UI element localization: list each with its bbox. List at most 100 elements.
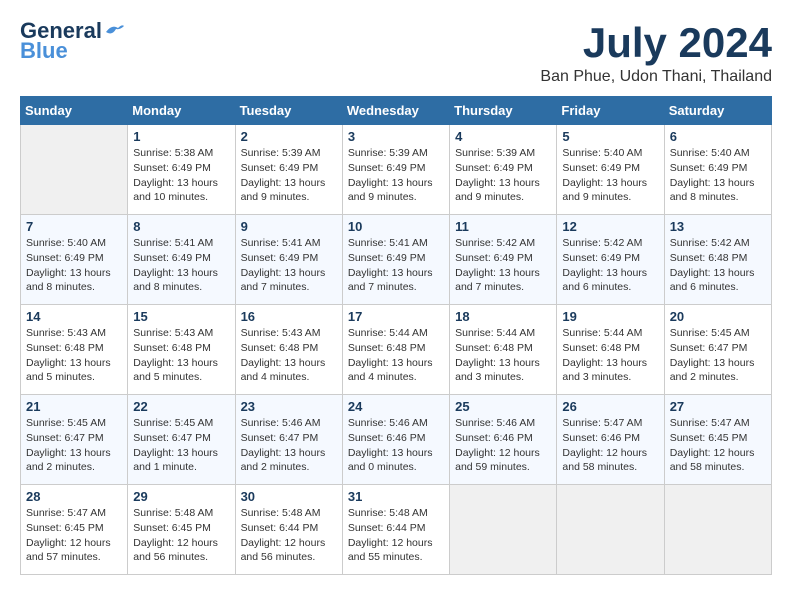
day-number: 12 [562,219,658,234]
day-number: 25 [455,399,551,414]
day-info: Sunrise: 5:39 AMSunset: 6:49 PMDaylight:… [241,146,337,205]
day-info: Sunrise: 5:41 AMSunset: 6:49 PMDaylight:… [133,236,229,295]
day-info: Sunrise: 5:41 AMSunset: 6:49 PMDaylight:… [241,236,337,295]
day-number: 1 [133,129,229,144]
calendar-cell: 21 Sunrise: 5:45 AMSunset: 6:47 PMDayligh… [21,395,128,485]
day-info: Sunrise: 5:44 AMSunset: 6:48 PMDaylight:… [455,326,551,385]
day-info: Sunrise: 5:42 AMSunset: 6:49 PMDaylight:… [455,236,551,295]
calendar-cell [664,485,771,575]
calendar-cell: 12 Sunrise: 5:42 AMSunset: 6:49 PMDayligh… [557,215,664,305]
day-number: 27 [670,399,766,414]
day-info: Sunrise: 5:40 AMSunset: 6:49 PMDaylight:… [670,146,766,205]
calendar-cell: 25Sunrise: 5:46 AMSunset: 6:46 PMDayligh… [450,395,557,485]
calendar-week-row: 14 Sunrise: 5:43 AMSunset: 6:48 PMDayligh… [21,305,772,395]
day-number: 13 [670,219,766,234]
day-number: 21 [26,399,122,414]
calendar-cell: 1 Sunrise: 5:38 AMSunset: 6:49 PMDaylight… [128,125,235,215]
calendar-cell: 18 Sunrise: 5:44 AMSunset: 6:48 PMDayligh… [450,305,557,395]
day-number: 30 [241,489,337,504]
day-number: 29 [133,489,229,504]
col-header-wednesday: Wednesday [342,97,449,125]
day-number: 9 [241,219,337,234]
day-number: 4 [455,129,551,144]
day-number: 18 [455,309,551,324]
day-info: Sunrise: 5:39 AMSunset: 6:49 PMDaylight:… [348,146,444,205]
calendar-cell: 6 Sunrise: 5:40 AMSunset: 6:49 PMDaylight… [664,125,771,215]
day-info: Sunrise: 5:39 AMSunset: 6:49 PMDaylight:… [455,146,551,205]
day-number: 3 [348,129,444,144]
col-header-tuesday: Tuesday [235,97,342,125]
calendar-cell [557,485,664,575]
col-header-monday: Monday [128,97,235,125]
day-info: Sunrise: 5:47 AMSunset: 6:45 PMDaylight:… [26,506,122,565]
calendar-cell: 24 Sunrise: 5:46 AMSunset: 6:46 PMDayligh… [342,395,449,485]
page-header: General Blue July 2024 Ban Phue, Udon Th… [20,20,772,86]
calendar-cell: 26Sunrise: 5:47 AMSunset: 6:46 PMDayligh… [557,395,664,485]
day-info: Sunrise: 5:38 AMSunset: 6:49 PMDaylight:… [133,146,229,205]
location: Ban Phue, Udon Thani, Thailand [540,68,772,86]
day-number: 7 [26,219,122,234]
col-header-friday: Friday [557,97,664,125]
calendar-cell: 7 Sunrise: 5:40 AMSunset: 6:49 PMDaylight… [21,215,128,305]
day-number: 17 [348,309,444,324]
calendar-cell: 19Sunrise: 5:44 AMSunset: 6:48 PMDayligh… [557,305,664,395]
calendar-cell: 29 Sunrise: 5:48 AMSunset: 6:45 PMDayligh… [128,485,235,575]
calendar-cell: 14 Sunrise: 5:43 AMSunset: 6:48 PMDayligh… [21,305,128,395]
calendar-cell: 5 Sunrise: 5:40 AMSunset: 6:49 PMDaylight… [557,125,664,215]
logo: General Blue [20,20,126,62]
calendar-cell: 27 Sunrise: 5:47 AMSunset: 6:45 PMDayligh… [664,395,771,485]
day-info: Sunrise: 5:42 AMSunset: 6:49 PMDaylight:… [562,236,658,295]
day-info: Sunrise: 5:47 AMSunset: 6:45 PMDaylight:… [670,416,766,475]
calendar-cell: 28 Sunrise: 5:47 AMSunset: 6:45 PMDayligh… [21,485,128,575]
calendar-week-row: 1 Sunrise: 5:38 AMSunset: 6:49 PMDaylight… [21,125,772,215]
month-year: July 2024 [540,20,772,66]
col-header-sunday: Sunday [21,97,128,125]
day-info: Sunrise: 5:45 AMSunset: 6:47 PMDaylight:… [26,416,122,475]
day-info: Sunrise: 5:40 AMSunset: 6:49 PMDaylight:… [26,236,122,295]
calendar-cell: 23 Sunrise: 5:46 AMSunset: 6:47 PMDayligh… [235,395,342,485]
day-number: 2 [241,129,337,144]
day-number: 15 [133,309,229,324]
logo-bird-icon [104,22,126,40]
day-info: Sunrise: 5:44 AMSunset: 6:48 PMDaylight:… [562,326,658,385]
day-number: 22 [133,399,229,414]
calendar-cell: 30Sunrise: 5:48 AMSunset: 6:44 PMDayligh… [235,485,342,575]
day-info: Sunrise: 5:43 AMSunset: 6:48 PMDaylight:… [26,326,122,385]
day-number: 5 [562,129,658,144]
day-info: Sunrise: 5:40 AMSunset: 6:49 PMDaylight:… [562,146,658,205]
day-number: 6 [670,129,766,144]
day-number: 16 [241,309,337,324]
calendar-cell: 31 Sunrise: 5:48 AMSunset: 6:44 PMDayligh… [342,485,449,575]
calendar-cell: 16 Sunrise: 5:43 AMSunset: 6:48 PMDayligh… [235,305,342,395]
logo-blue: Blue [20,40,68,62]
calendar-cell: 13Sunrise: 5:42 AMSunset: 6:48 PMDayligh… [664,215,771,305]
calendar-cell: 10 Sunrise: 5:41 AMSunset: 6:49 PMDayligh… [342,215,449,305]
day-info: Sunrise: 5:46 AMSunset: 6:47 PMDaylight:… [241,416,337,475]
calendar-week-row: 21 Sunrise: 5:45 AMSunset: 6:47 PMDayligh… [21,395,772,485]
day-info: Sunrise: 5:43 AMSunset: 6:48 PMDaylight:… [241,326,337,385]
calendar-cell: 20 Sunrise: 5:45 AMSunset: 6:47 PMDayligh… [664,305,771,395]
day-info: Sunrise: 5:41 AMSunset: 6:49 PMDaylight:… [348,236,444,295]
day-info: Sunrise: 5:47 AMSunset: 6:46 PMDaylight:… [562,416,658,475]
calendar-cell [450,485,557,575]
day-info: Sunrise: 5:48 AMSunset: 6:45 PMDaylight:… [133,506,229,565]
day-number: 28 [26,489,122,504]
title-block: July 2024 Ban Phue, Udon Thani, Thailand [540,20,772,86]
day-number: 10 [348,219,444,234]
day-number: 14 [26,309,122,324]
day-info: Sunrise: 5:46 AMSunset: 6:46 PMDaylight:… [348,416,444,475]
day-number: 31 [348,489,444,504]
day-number: 24 [348,399,444,414]
calendar-cell: 9 Sunrise: 5:41 AMSunset: 6:49 PMDaylight… [235,215,342,305]
calendar-cell: 4 Sunrise: 5:39 AMSunset: 6:49 PMDaylight… [450,125,557,215]
day-number: 23 [241,399,337,414]
day-info: Sunrise: 5:44 AMSunset: 6:48 PMDaylight:… [348,326,444,385]
day-number: 11 [455,219,551,234]
calendar-week-row: 7 Sunrise: 5:40 AMSunset: 6:49 PMDaylight… [21,215,772,305]
day-number: 8 [133,219,229,234]
calendar-table: SundayMondayTuesdayWednesdayThursdayFrid… [20,96,772,575]
calendar-cell: 3 Sunrise: 5:39 AMSunset: 6:49 PMDaylight… [342,125,449,215]
day-info: Sunrise: 5:48 AMSunset: 6:44 PMDaylight:… [348,506,444,565]
day-number: 20 [670,309,766,324]
day-info: Sunrise: 5:45 AMSunset: 6:47 PMDaylight:… [670,326,766,385]
